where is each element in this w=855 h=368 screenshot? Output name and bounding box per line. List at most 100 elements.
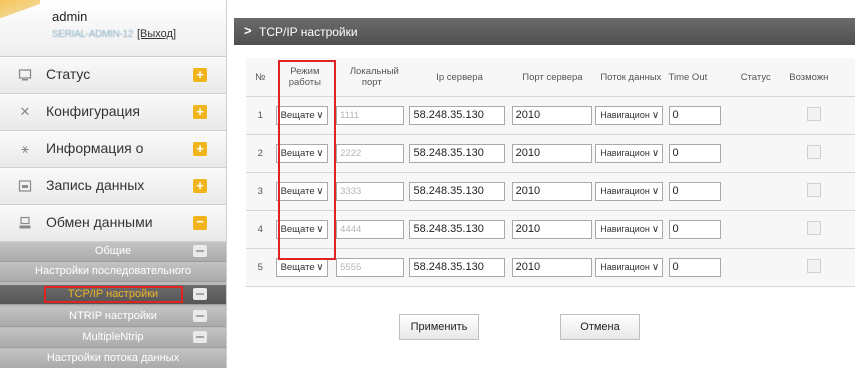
submenu-item-serial[interactable]: Настройки последовательного [0,262,226,282]
local-port-input[interactable]: 1111 [336,106,405,125]
server-ip-input[interactable]: 58.248.35.130 [409,182,506,201]
menu-item-status[interactable]: Статус + [0,57,226,94]
apply-button[interactable]: Применить [399,314,479,340]
chevron-down-icon: ∨ [316,110,324,121]
satellite-icon: ⚹ [21,141,29,156]
cell-server-port: 2010 [510,96,595,135]
table-row: 2 Вещате ∨ 2222 58.248.35.130 2010 Навигацион ∨… [246,134,855,173]
user-panel: admin SERIAL-ADMIN-12 [Выход] [0,0,226,57]
data-stream-select[interactable]: Навигацион ∨ [595,258,664,277]
data-stream-select[interactable]: Навигацион ∨ [595,182,664,201]
plus-icon[interactable]: + [193,68,207,82]
submenu-item-data-stream[interactable]: Настройки потока данных [0,349,226,368]
col-data-stream: Поток данных [594,58,668,97]
minus-icon[interactable] [193,245,207,257]
page-title: TCP/IP настройки [259,25,358,39]
menu-label: Конфигурация [46,103,140,119]
server-ip-input[interactable]: 58.248.35.130 [409,106,506,125]
plus-icon[interactable]: + [193,179,207,193]
submenu-item-general[interactable]: Общие [0,242,226,262]
server-ip-input[interactable]: 58.248.35.130 [409,258,506,277]
submenu-item-ntrip[interactable]: NTRIP настройки [0,307,226,327]
enable-checkbox[interactable] [807,145,822,159]
cell-status [723,210,789,249]
submenu-label: Общие [94,245,132,257]
data-stream-select[interactable]: Навигацион ∨ [595,220,664,239]
enable-checkbox[interactable] [807,183,822,197]
data-stream-select[interactable]: Навигацион ∨ [595,106,664,125]
col-status: Статус [723,58,789,97]
timeout-input[interactable]: 0 [668,258,721,277]
server-port-input[interactable]: 2010 [511,144,592,163]
chevron-down-icon: ∨ [651,224,660,235]
cell-server-port: 2010 [510,210,595,249]
table-row: 5 Вещате ∨ 5555 58.248.35.130 2010 Навигацион ∨… [246,248,855,287]
cell-enable [788,134,855,173]
cell-timeout: 0 [667,134,724,173]
table-row: 3 Вещате ∨ 3333 58.248.35.130 2010 Навигацион ∨… [246,172,855,211]
timeout-input[interactable]: 0 [668,144,721,163]
logout-link[interactable]: [Выход] [137,28,176,40]
table-header-row: № Режим работы Локальный порт Ip сервера… [246,58,855,97]
user-id: SERIAL-ADMIN-12 [52,29,134,40]
minus-icon[interactable] [193,288,207,300]
server-ip-input[interactable]: 58.248.35.130 [409,220,506,239]
col-server-port: Порт сервера [510,58,595,97]
server-port-input[interactable]: 2010 [511,106,592,125]
cell-local-port: 5555 [335,248,409,287]
mode-select[interactable]: Вещате ∨ [275,258,328,277]
col-enable: Возможн [788,58,855,97]
cell-server-port: 2010 [510,172,595,211]
corner-ribbon [0,0,40,26]
cell-data-stream: Навигацион ∨ [594,134,668,173]
mode-select[interactable]: Вещате ∨ [275,106,328,125]
server-ip-input[interactable]: 58.248.35.130 [409,144,506,163]
local-port-input[interactable]: 2222 [336,144,405,163]
minus-icon[interactable] [193,310,207,322]
local-port-input[interactable]: 3333 [336,182,405,201]
plus-icon[interactable]: − [193,215,207,230]
plus-icon[interactable]: + [193,142,207,156]
server-port-input[interactable]: 2010 [511,258,592,277]
server-port-input[interactable]: 2010 [511,182,592,201]
submenu-item-tcpip[interactable]: TCP/IP настройки [0,285,226,305]
menu-item-data-exchange[interactable]: Обмен данными − [0,205,226,242]
mode-select[interactable]: Вещате ∨ [275,220,328,239]
local-port-input[interactable]: 4444 [336,220,405,239]
mode-select[interactable]: Вещате ∨ [275,144,328,163]
menu-label: Запись данных [46,177,145,193]
timeout-input[interactable]: 0 [668,106,721,125]
mode-select[interactable]: Вещате ∨ [275,182,328,201]
server-port-input[interactable]: 2010 [511,220,592,239]
row-number: 5 [246,248,275,287]
cell-server-ip: 58.248.35.130 [408,134,511,173]
data-stream-select[interactable]: Навигацион ∨ [595,144,664,163]
chevron-down-icon: ∨ [651,262,660,273]
local-port-input[interactable]: 5555 [336,258,405,277]
minus-icon[interactable] [193,331,207,343]
chevron-right-icon: > [244,23,252,38]
submenu-item-multiplentrip[interactable]: MultipleNtrip [0,328,226,348]
submenu-label: Настройки потока данных [46,352,180,364]
cell-timeout: 0 [667,248,724,287]
cancel-button[interactable]: Отмена [560,314,640,340]
menu-item-info[interactable]: ⚹ Информация о + [0,131,226,168]
timeout-input[interactable]: 0 [668,220,721,239]
tools-icon: ✕ [19,104,31,119]
timeout-input[interactable]: 0 [668,182,721,201]
cell-local-port: 4444 [335,210,409,249]
enable-checkbox[interactable] [807,221,822,235]
enable-checkbox[interactable] [807,107,822,121]
menu-item-configuration[interactable]: ✕ Конфигурация + [0,94,226,131]
table-row: 4 Вещате ∨ 4444 58.248.35.130 2010 Навигацион ∨… [246,210,855,249]
row-number: 2 [246,134,275,173]
tcpip-table: № Режим работы Локальный порт Ip сервера… [246,58,855,287]
cell-mode: Вещате ∨ [274,210,336,249]
cell-status [723,172,789,211]
cell-mode: Вещате ∨ [274,134,336,173]
menu-item-data-logging[interactable]: Запись данных + [0,168,226,205]
plus-icon[interactable]: + [193,105,207,119]
enable-checkbox[interactable] [807,259,822,273]
menu-label: Информация о [46,140,144,156]
cell-data-stream: Навигацион ∨ [594,172,668,211]
